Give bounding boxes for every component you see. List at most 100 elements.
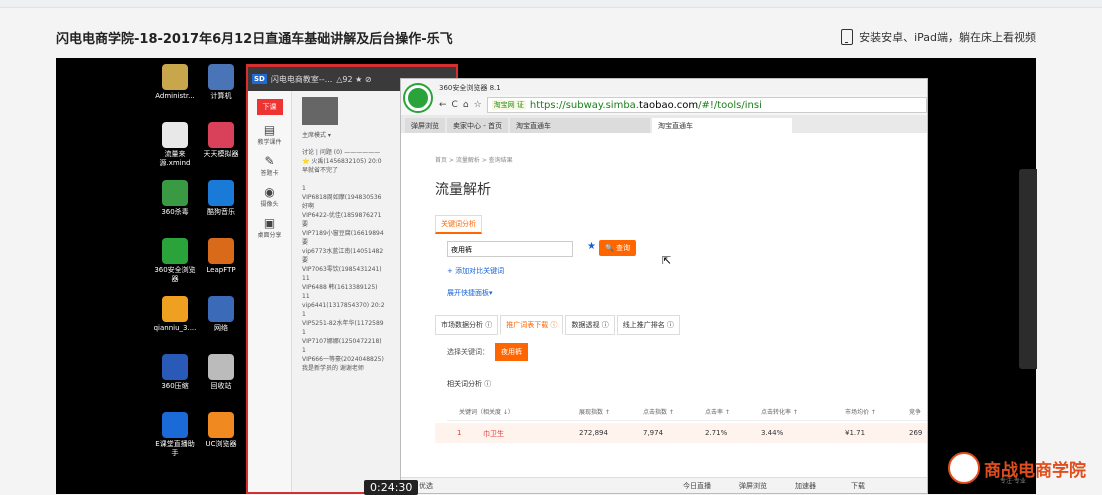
nav-label: 教学课件	[257, 139, 282, 146]
column-header[interactable]: 点击率 ↑	[705, 407, 730, 416]
classroom-nav-item[interactable]: ▣ 桌面分享	[248, 216, 291, 239]
table-cell-price: ¥1.71	[845, 429, 866, 437]
desktop-icon[interactable]: 360压缩	[152, 354, 198, 391]
page-title: 闪电电商学院-18-2017年6月12日直通车基础讲解及后台操作-乐飞	[56, 32, 453, 47]
analysis-subtab[interactable]: 市场数据分析 ⓘ	[435, 315, 499, 335]
refresh-icon[interactable]: C	[452, 100, 458, 110]
url-prefix: https://subway.simba.	[529, 99, 639, 111]
classroom-nav-item[interactable]: ✎ 答题卡	[248, 154, 291, 177]
desktop-icon-label: 回收站	[210, 382, 232, 390]
browser-tab[interactable]: 卖家中心 - 首页	[447, 118, 508, 133]
app-icon	[208, 412, 234, 438]
column-header[interactable]: 关键词（相关度 ↓）	[459, 407, 514, 416]
status-item[interactable]: 加速器	[795, 481, 816, 491]
url-input[interactable]: 淘宝网 证 https://subway.simba.taobao.com/#!…	[486, 97, 927, 113]
browser-tab[interactable]: 淘宝直通车	[509, 118, 650, 133]
tab-keyword-analysis[interactable]: 关键词分析	[435, 215, 482, 234]
desktop-icon[interactable]: 回收站	[198, 354, 244, 391]
desktop-icon-label: 酷狗音乐	[207, 208, 235, 216]
table-row[interactable]: 1 巾卫生 272,894 7,974 2.71% 3.44% ¥1.71 269	[435, 423, 927, 443]
desktop-icon[interactable]: LeapFTP	[198, 238, 244, 275]
expand-panel-link[interactable]: 展开快捷面板▾	[447, 288, 493, 298]
home-icon[interactable]: ⌂	[463, 100, 469, 110]
sd-logo-icon: SD	[252, 74, 267, 84]
page-content: 首页 > 流量解析 > 查询结果 流量解析 关键词分析 夜用裤 ★ 🔍 查询 +…	[401, 133, 927, 477]
table-cell-idx: 1	[457, 429, 462, 437]
side-panel-toggle[interactable]	[1019, 169, 1037, 369]
desktop-icon[interactable]: 流量来源.xmind	[152, 122, 198, 168]
status-item[interactable]: 下载	[851, 481, 865, 491]
desktop-icon[interactable]: 360安全浏览器	[152, 238, 198, 284]
browser-tab[interactable]: 淘宝直通车	[651, 118, 792, 133]
select-keyword-label: 选择关键词：	[447, 348, 489, 356]
desktop-icon-label: Administr...	[155, 92, 195, 100]
app-icon	[162, 180, 188, 206]
table-cell-impressions: 272,894	[579, 429, 608, 437]
desktop-icon[interactable]: qianniu_3....	[152, 296, 198, 333]
column-header[interactable]: 点击转化率 ↑	[761, 407, 798, 416]
star-icon[interactable]: ☆	[474, 100, 482, 110]
watermark-logo-icon	[948, 452, 980, 484]
app-icon	[162, 354, 188, 380]
analysis-subtabs: 市场数据分析 ⓘ 推广词表下载 ⓘ 数据透视 ⓘ 线上推广排名 ⓘ	[435, 315, 680, 335]
column-header[interactable]: 市场均价 ↑	[845, 407, 876, 416]
column-header[interactable]: 点击指数 ↑	[643, 407, 674, 416]
breadcrumb: 首页 > 流量解析 > 查询结果	[435, 157, 513, 164]
nav-icon: ◉	[264, 185, 275, 199]
selected-keyword-button[interactable]: 夜用裤	[495, 343, 528, 361]
page-heading: 流量解析	[435, 182, 491, 198]
app-icon	[208, 354, 234, 380]
status-item[interactable]: 今日直播	[683, 481, 711, 491]
browser-statusbar: 今日优选 今日直播 弹屏浏览 加速器 下载	[401, 477, 927, 493]
classroom-nav-item[interactable]: ▤ 教学课件	[248, 123, 291, 146]
nav-label: 桌面分享	[257, 232, 282, 239]
browser-tab[interactable]: 弹屏浏览	[405, 118, 445, 133]
video-player[interactable]: Administr... 计算机 流量来源.xmind 天天模拟器 360杀毒 酷狗音乐 3…	[56, 58, 1036, 494]
desktop-icon[interactable]: 计算机	[198, 64, 244, 101]
table-cell-clicks: 7,974	[643, 429, 664, 437]
classroom-nav-item[interactable]: ◉ 摄像头	[248, 185, 291, 208]
desktop-icon[interactable]: E课堂直播助手	[152, 412, 198, 458]
desktop-icon[interactable]: 天天模拟器	[198, 122, 244, 159]
table-cell-comp: 269	[909, 429, 923, 437]
browser-tabs: 弹屏浏览 卖家中心 - 首页 淘宝直通车 淘宝直通车	[401, 115, 927, 133]
url-domain: taobao.com	[638, 99, 699, 111]
analysis-subtab[interactable]: 数据透视 ⓘ	[565, 315, 615, 335]
install-app-link[interactable]: 安装安卓、iPad端，躺在床上看视频	[841, 29, 1036, 45]
desktop-icon-label: 天天模拟器	[203, 150, 239, 158]
desktop-icon-label: 网络	[214, 324, 228, 332]
mouse-cursor-icon: ⇱	[662, 254, 672, 267]
desktop-icon-label: LeapFTP	[206, 266, 236, 274]
status-item[interactable]: 弹屏浏览	[739, 481, 767, 491]
column-header[interactable]: 竞争	[909, 407, 921, 416]
app-icon	[162, 122, 188, 148]
address-bar: ← C ⌂ ☆ 淘宝网 证 https://subway.simba.taoba…	[401, 95, 927, 115]
desktop-icon[interactable]: 网络	[198, 296, 244, 333]
tablet-icon	[841, 29, 854, 45]
desktop-icon[interactable]: 酷狗音乐	[198, 180, 244, 217]
watermark: 商战电商学院 专注·专业	[948, 452, 1086, 485]
desktop-icon[interactable]: 360杀毒	[152, 180, 198, 217]
keyword-input[interactable]: 夜用裤	[447, 241, 573, 257]
table-cell-keyword[interactable]: 巾卫生	[483, 429, 504, 439]
classroom-title: 闪电电商教室--...	[270, 74, 333, 84]
nav-icon: ▤	[263, 123, 276, 137]
desktop-icon-label: UC浏览器	[205, 440, 237, 448]
app-icon	[162, 296, 188, 322]
back-icon[interactable]: ←	[439, 100, 447, 110]
analysis-subtab[interactable]: 推广词表下载 ⓘ	[500, 315, 564, 335]
analysis-subtab[interactable]: 线上推广排名 ⓘ	[616, 315, 680, 335]
browser-title: 360安全浏览器 8.1	[401, 79, 927, 95]
column-header[interactable]: 展现指数 ↑	[579, 407, 610, 416]
query-button[interactable]: 🔍 查询	[599, 240, 636, 256]
site-cert-badge: 淘宝网 证	[491, 100, 526, 110]
url-text: https://subway.simba.taobao.com/#!/tools…	[530, 100, 762, 111]
leave-class-button[interactable]: 下课	[256, 99, 283, 115]
desktop-icon[interactable]: UC浏览器	[198, 412, 244, 449]
desktop-icon[interactable]: Administr...	[152, 64, 198, 101]
app-icon	[208, 122, 234, 148]
favorite-star-icon[interactable]: ★	[587, 241, 596, 252]
add-compare-link[interactable]: + 添加对比关键词	[447, 266, 504, 276]
nav-label: 摄像头	[260, 201, 279, 208]
install-app-label: 安装安卓、iPad端，躺在床上看视频	[859, 31, 1036, 44]
